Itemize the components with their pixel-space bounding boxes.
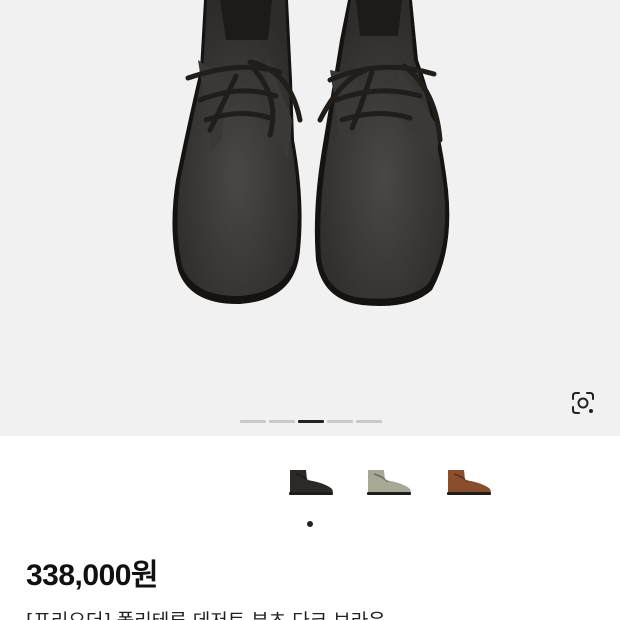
product-image-gallery[interactable] bbox=[0, 0, 620, 436]
variant-pager-dot bbox=[307, 521, 313, 527]
slide-indicator bbox=[240, 420, 382, 424]
slide-indicator-segment bbox=[298, 420, 324, 423]
visual-search-button[interactable] bbox=[564, 384, 602, 422]
slide-indicator-segment bbox=[240, 420, 266, 423]
variant-thumb-grey[interactable] bbox=[360, 458, 416, 504]
slide-indicator-segment bbox=[269, 420, 295, 423]
boot-thumbnail-icon bbox=[289, 470, 333, 495]
slide-indicator-segment bbox=[327, 420, 353, 423]
slide-indicator-segment bbox=[356, 420, 382, 423]
variant-thumb-brown[interactable] bbox=[440, 458, 496, 504]
boot-thumbnail-icon bbox=[367, 470, 411, 495]
product-photo-dark-brown-desert-boots bbox=[172, 0, 450, 306]
color-variant-list bbox=[0, 458, 620, 504]
variant-thumb-black[interactable] bbox=[282, 458, 338, 504]
visual-search-icon bbox=[572, 392, 594, 414]
boot-thumbnail-icon bbox=[447, 470, 491, 495]
product-title: [프리오더] 폴리테루 데저트 부츠 다크 브라운 bbox=[26, 606, 386, 620]
product-price: 338,000원 bbox=[26, 559, 159, 592]
